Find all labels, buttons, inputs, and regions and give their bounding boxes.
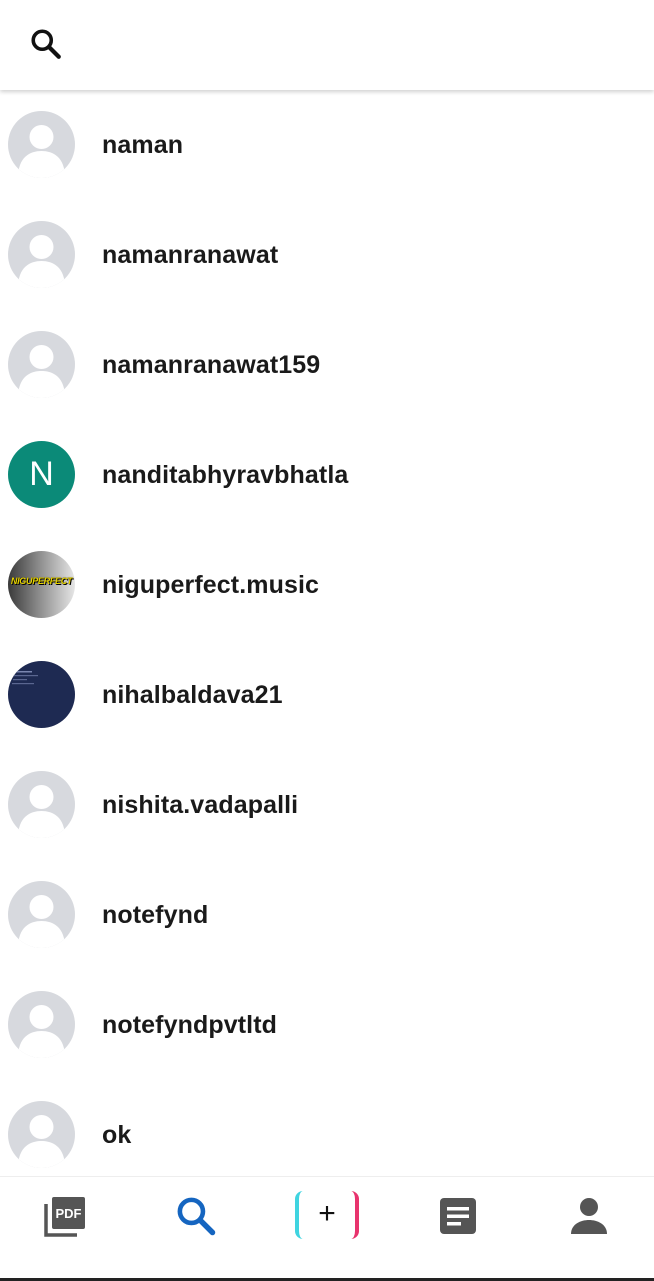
- username: niguperfect.music: [102, 571, 320, 599]
- default-avatar: [8, 991, 75, 1058]
- letter-avatar: N: [8, 441, 75, 508]
- default-avatar: [8, 111, 75, 178]
- user-row[interactable]: nihalbaldava21: [0, 640, 654, 750]
- bottom-navigation: PDF +: [0, 1176, 654, 1281]
- user-row[interactable]: NIGUPERFECT niguperfect.music: [0, 530, 654, 640]
- nav-add-button[interactable]: +: [291, 1191, 363, 1239]
- document-icon: [440, 1198, 476, 1234]
- username: notefyndpvtltd: [102, 1011, 277, 1039]
- user-results-list: naman namanranawat namanranawat159 N nan…: [0, 90, 654, 1176]
- username: notefynd: [102, 901, 209, 929]
- user-row[interactable]: naman: [0, 90, 654, 200]
- profile-photo-avatar: NIGUPERFECT: [8, 551, 75, 618]
- add-button-frame: +: [295, 1191, 359, 1239]
- user-row[interactable]: N nanditabhyravbhatla: [0, 420, 654, 530]
- user-row[interactable]: notefyndpvtltd: [0, 970, 654, 1080]
- nav-profile-button[interactable]: [538, 1177, 638, 1277]
- top-search-bar: [0, 0, 654, 90]
- nav-pdf-button[interactable]: PDF: [16, 1177, 116, 1277]
- username: naman: [102, 131, 184, 159]
- nav-search-button[interactable]: [146, 1177, 246, 1277]
- username: ok: [102, 1121, 132, 1149]
- plus-icon: +: [318, 1197, 336, 1230]
- user-row[interactable]: ok: [0, 1080, 654, 1176]
- default-avatar: [8, 331, 75, 398]
- username: namanranawat159: [102, 351, 321, 379]
- username: namanranawat: [102, 241, 279, 269]
- default-avatar: [8, 221, 75, 288]
- default-avatar: [8, 771, 75, 838]
- default-avatar: [8, 881, 75, 948]
- search-icon: [31, 29, 61, 59]
- nav-notes-button[interactable]: [408, 1177, 508, 1277]
- profile-photo-avatar: [8, 661, 75, 728]
- user-row[interactable]: nishita.vadapalli: [0, 750, 654, 860]
- username: nanditabhyravbhatla: [102, 461, 349, 489]
- username: nihalbaldava21: [102, 681, 283, 709]
- user-row[interactable]: namanranawat: [0, 200, 654, 310]
- avatar-logo-text: NIGUPERFECT: [10, 576, 73, 586]
- user-row[interactable]: notefynd: [0, 860, 654, 970]
- username: nishita.vadapalli: [102, 791, 299, 819]
- search-button[interactable]: [28, 26, 64, 62]
- pdf-icon: PDF: [44, 1197, 85, 1237]
- user-row[interactable]: namanranawat159: [0, 310, 654, 420]
- person-icon: [571, 1198, 607, 1234]
- search-icon: [177, 1197, 216, 1236]
- pdf-icon-label: PDF: [56, 1206, 82, 1221]
- default-avatar: [8, 1101, 75, 1168]
